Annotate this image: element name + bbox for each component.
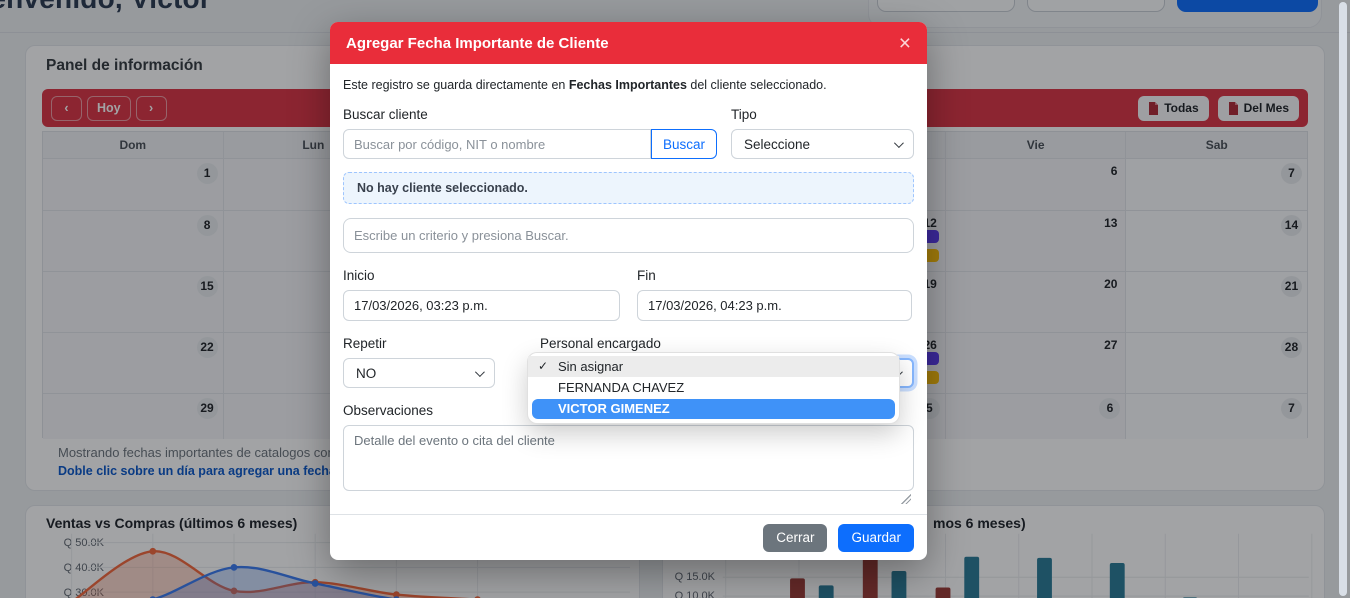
inicio-datetime-input[interactable] (343, 290, 620, 321)
dropdown-option[interactable]: FERNANDA CHAVEZ (528, 377, 899, 398)
search-input[interactable] (343, 129, 651, 159)
guardar-button[interactable]: Guardar (838, 524, 914, 552)
observaciones-textarea[interactable] (343, 425, 914, 491)
personal-encargado-label: Personal encargado (540, 336, 914, 351)
repetir-label: Repetir (343, 336, 495, 351)
fin-datetime-input[interactable] (637, 290, 912, 321)
modal-body: Este registro se guarda directamente en … (330, 64, 927, 494)
modal-footer: Cerrar Guardar (330, 514, 927, 560)
close-icon[interactable]: × (899, 33, 911, 54)
tipo-selected-value: Seleccione (744, 137, 810, 152)
modal-header: Agregar Fecha Importante de Cliente × (330, 22, 927, 64)
inicio-label: Inicio (343, 268, 620, 283)
criteria-input[interactable] (343, 218, 914, 253)
chevron-down-icon (894, 138, 904, 148)
buscar-button[interactable]: Buscar (651, 129, 717, 159)
no-client-alert: No hay cliente seleccionado. (343, 172, 914, 204)
dropdown-option-label: VICTOR GIMENEZ (558, 401, 670, 416)
agregar-fecha-modal: Agregar Fecha Importante de Cliente × Es… (330, 22, 927, 560)
dropdown-option-label: FERNANDA CHAVEZ (558, 380, 684, 395)
tipo-select[interactable]: Seleccione (731, 129, 914, 159)
repetir-select[interactable]: NO (343, 358, 495, 388)
dropdown-option-label: Sin asignar (558, 359, 623, 374)
cerrar-button[interactable]: Cerrar (763, 524, 827, 552)
chevron-down-icon (475, 367, 485, 377)
modal-title: Agregar Fecha Importante de Cliente (346, 35, 609, 52)
dropdown-option[interactable]: VICTOR GIMENEZ (532, 399, 895, 419)
tipo-label: Tipo (731, 107, 914, 122)
personal-encargado-dropdown-menu: ✓ Sin asignar FERNANDA CHAVEZ VICTOR GIMENE… (527, 352, 900, 424)
repetir-selected-value: NO (356, 366, 376, 381)
dropdown-option[interactable]: ✓ Sin asignar (528, 356, 899, 377)
buscar-cliente-label: Buscar cliente (343, 107, 717, 122)
fin-label: Fin (637, 268, 912, 283)
modal-intro-text: Este registro se guarda directamente en … (343, 78, 914, 92)
textarea-resize-handle[interactable] (901, 494, 911, 504)
check-icon: ✓ (538, 356, 548, 377)
page-scrollbar[interactable] (1339, 2, 1347, 596)
